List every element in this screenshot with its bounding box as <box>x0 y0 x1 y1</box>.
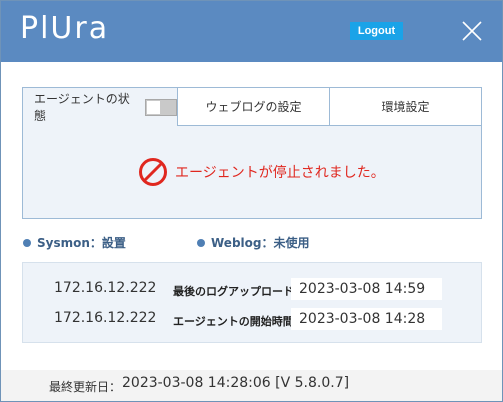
weblog-status-label: Weblog：未使用 <box>211 236 310 250</box>
close-icon[interactable] <box>459 18 485 44</box>
info-row-agent-start: 172.16.12.222 エージェントの開始時間： 2023-03-08 14… <box>23 308 483 330</box>
sysmon-status-label: Sysmon：設置 <box>37 236 126 250</box>
tab-agent-status[interactable]: エージェントの状態 <box>23 88 178 126</box>
status-dot-icon <box>197 238 205 247</box>
agent-toggle-switch[interactable] <box>144 98 177 116</box>
tab-environment-settings[interactable]: 環境設定 <box>330 88 481 126</box>
stop-icon <box>139 158 167 186</box>
footer-bar: 最終更新日： 2023-03-08 14:28:06 [V 5.8.0.7] <box>1 370 502 401</box>
status-message-row: エージェントが停止されました。 <box>138 157 385 187</box>
status-dot-icon <box>23 238 31 247</box>
status-message: エージェントが停止されました。 <box>175 165 385 181</box>
tab-agent-status-label: エージェントの状態 <box>34 92 130 123</box>
ip-address: 172.16.12.222 <box>54 280 157 296</box>
agent-start-label: エージェントの開始時間： <box>173 315 305 328</box>
last-updated-value: 2023-03-08 14:28:06 [V 5.8.0.7] <box>122 375 350 391</box>
ip-address: 172.16.12.222 <box>54 310 157 326</box>
title-bar: PlUra Logout <box>1 1 502 62</box>
last-upload-label: 最後のログアップロード： <box>173 285 305 298</box>
toggle-knob <box>146 100 160 114</box>
status-panel: エージェントが停止されました。 <box>22 126 482 219</box>
weblog-status: Weblog：未使用 <box>197 234 310 251</box>
tab-bar: エージェントの状態 ウェブログの設定 環境設定 <box>22 87 482 127</box>
info-row-last-upload: 172.16.12.222 最後のログアップロード： 2023-03-08 14… <box>23 278 483 300</box>
sysmon-status: Sysmon：設置 <box>23 234 126 251</box>
last-updated-label: 最終更新日： <box>49 380 122 394</box>
last-upload-value: 2023-03-08 14:59 <box>291 278 442 300</box>
agent-window: PlUra Logout エージェントの状態 ウェブログの設定 環境設定 エージ… <box>0 0 503 402</box>
agent-info-panel: 172.16.12.222 最後のログアップロード： 2023-03-08 14… <box>22 262 482 343</box>
tab-weblog-settings[interactable]: ウェブログの設定 <box>178 88 330 126</box>
logout-button[interactable]: Logout <box>350 22 403 40</box>
tab-environment-settings-label: 環境設定 <box>381 100 430 114</box>
agent-start-value: 2023-03-08 14:28 <box>291 308 442 330</box>
tab-weblog-settings-label: ウェブログの設定 <box>205 100 302 114</box>
plura-logo: PlUra <box>20 11 110 46</box>
